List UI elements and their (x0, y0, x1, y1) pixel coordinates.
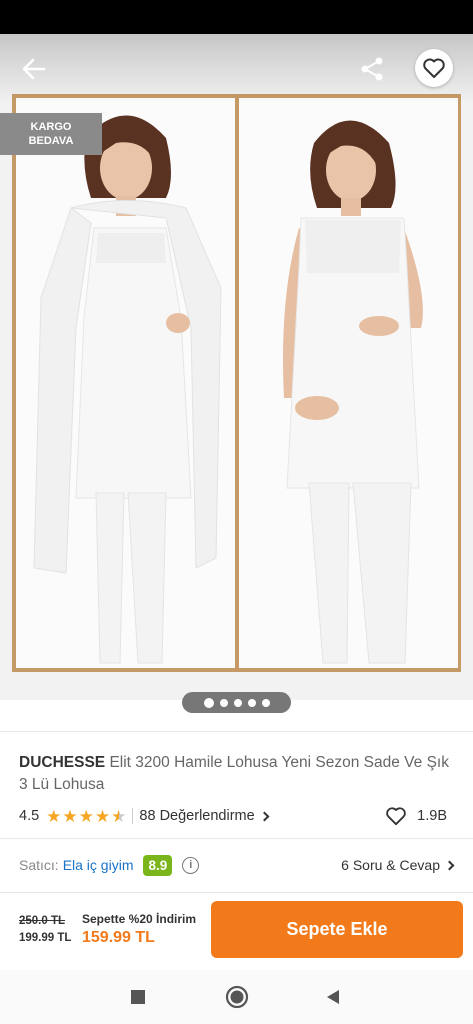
rating-row: 4.5 ★ ★ ★ ★ ★ 88 Değerlendirme 1.9B (19, 804, 455, 828)
status-bar (0, 0, 473, 34)
pager-dot[interactable] (203, 697, 214, 708)
pager-dot[interactable] (219, 698, 228, 707)
star-icon: ★ (46, 806, 62, 826)
system-nav-bar (0, 970, 473, 1024)
star-icon: ★ (78, 806, 94, 826)
share-button[interactable] (356, 54, 388, 84)
final-price: 159.99 TL (82, 929, 155, 946)
back-nav-button[interactable] (319, 983, 347, 1011)
image-pager[interactable] (182, 692, 291, 713)
product-title: DUCHESSE Elit 3200 Hamile Lohusa Yeni Se… (19, 752, 459, 796)
home-button[interactable] (223, 983, 251, 1011)
nav-back-icon (327, 990, 339, 1004)
seller-name-link[interactable]: Ela iç giyim (63, 857, 134, 873)
seller-label: Satıcı: (19, 857, 59, 873)
add-to-cart-button[interactable]: Sepete Ekle (211, 901, 463, 958)
likes-count: 1.9B (417, 808, 447, 824)
product-photo-left (16, 98, 235, 668)
promo-text: Sepette %20 İndirim (82, 912, 197, 926)
badge-line-1: KARGO (30, 121, 72, 133)
purchase-bar: 250.0 TL 199.99 TL Sepette %20 İndirim 1… (0, 892, 473, 970)
nav-square-icon (131, 990, 145, 1004)
product-photo-right (239, 98, 458, 668)
star-icon: ★ (94, 806, 111, 826)
pager-dot[interactable] (247, 698, 256, 707)
back-button[interactable] (18, 56, 50, 82)
rating-value: 4.5 (19, 808, 40, 824)
share-icon (361, 57, 383, 81)
badge-line-2: BEDAVA (28, 135, 74, 147)
reviews-count: 88 Değerlendirme (139, 808, 255, 824)
separator (132, 808, 134, 824)
product-brand[interactable]: DUCHESSE (19, 754, 105, 771)
back-arrow-icon (22, 58, 46, 80)
qa-link[interactable]: 6 Soru & Cevap (341, 852, 455, 878)
sale-price: 199.99 TL (19, 932, 72, 944)
divider (0, 838, 473, 839)
qa-label: 6 Soru & Cevap (341, 857, 440, 873)
pager-dot[interactable] (261, 698, 270, 707)
chevron-right-icon (444, 860, 455, 870)
nav-home-icon (225, 985, 249, 1009)
pager-dot[interactable] (233, 698, 242, 707)
star-icon: ★ (62, 806, 78, 826)
seller-score-badge: 8.9 (143, 854, 173, 876)
top-gradient (0, 34, 473, 104)
rating-stars: ★ ★ ★ ★ ★ (46, 808, 126, 825)
heart-icon (423, 58, 445, 78)
old-price: 250.0 TL (19, 915, 66, 927)
product-image-frame (12, 94, 461, 672)
divider (0, 731, 473, 732)
seller-row: Satıcı: Ela iç giyim 8.9 i 6 Soru & Ceva… (19, 852, 455, 878)
favorite-button[interactable] (415, 49, 453, 87)
half-star-icon: ★ (111, 806, 127, 826)
free-shipping-badge: KARGO BEDAVA (0, 113, 102, 155)
info-icon[interactable]: i (182, 856, 200, 874)
likes-button[interactable]: 1.9B (385, 804, 447, 828)
heart-icon (386, 807, 406, 826)
chevron-right-icon (259, 811, 270, 821)
reviews-link[interactable]: 88 Değerlendirme (139, 808, 270, 824)
recents-button[interactable] (124, 983, 152, 1011)
